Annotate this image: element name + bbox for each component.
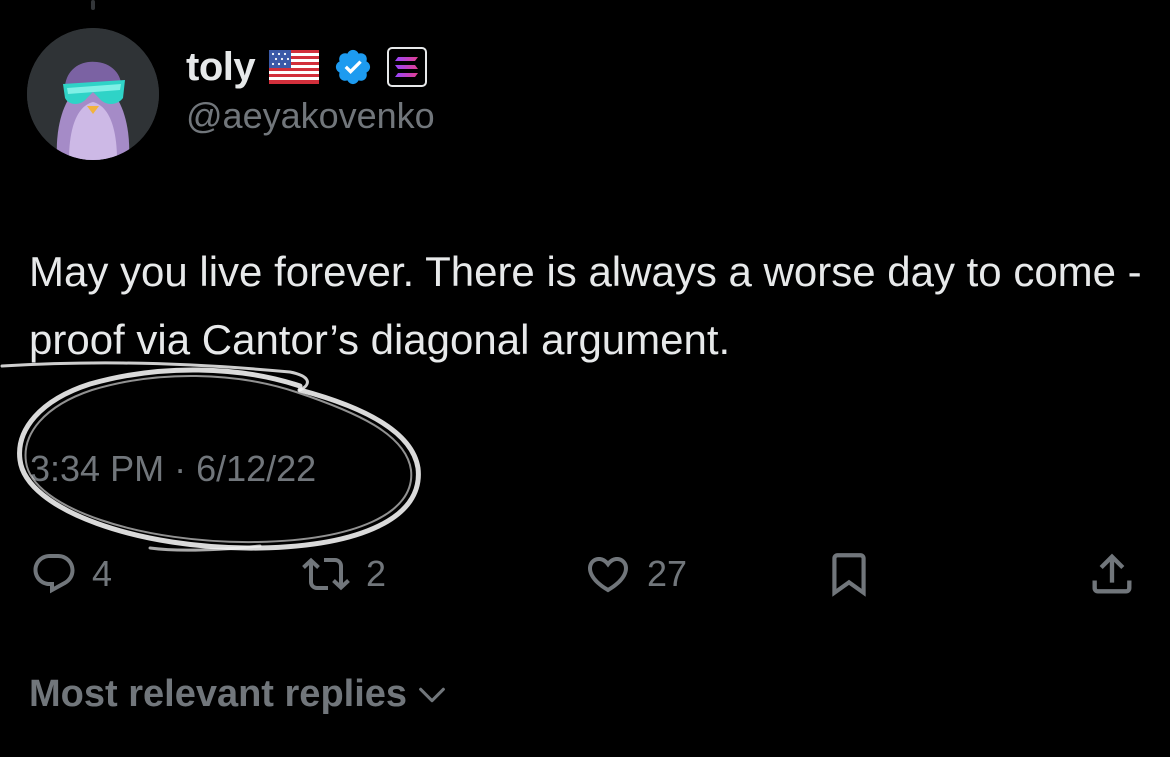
penguin-avatar-icon xyxy=(27,28,159,160)
verified-check-icon[interactable] xyxy=(333,47,373,87)
replies-sort-dropdown[interactable]: Most relevant replies xyxy=(29,673,449,716)
tweet-date: 6/12/22 xyxy=(196,448,317,489)
retweet-button[interactable]: 2 xyxy=(300,548,386,600)
replies-sort-label: Most relevant replies xyxy=(29,673,408,715)
tweet-timestamp[interactable]: 3:34 PM · 6/12/22 xyxy=(30,448,316,490)
reply-button[interactable]: 4 xyxy=(30,548,112,600)
reply-icon xyxy=(33,554,75,594)
like-button[interactable]: 27 xyxy=(583,548,687,600)
author-display-name[interactable]: toly xyxy=(186,45,256,90)
bookmark-button[interactable] xyxy=(824,548,874,600)
solana-logo-icon[interactable] xyxy=(387,47,428,87)
chevron-down-icon xyxy=(419,687,445,702)
timestamp-separator: · xyxy=(174,448,187,489)
author-name-row: toly xyxy=(186,40,428,94)
heart-icon xyxy=(587,557,629,593)
retweet-icon xyxy=(302,557,350,591)
like-count: 27 xyxy=(647,553,688,594)
tweet-time: 3:34 PM xyxy=(30,448,165,489)
bookmark-icon xyxy=(832,553,866,597)
thread-connector-line xyxy=(91,0,95,10)
tweet-text: May you live forever. There is always a … xyxy=(29,248,1142,363)
retweet-count: 2 xyxy=(366,553,387,594)
share-button[interactable] xyxy=(1086,548,1138,600)
share-icon xyxy=(1092,553,1132,594)
author-handle[interactable]: @aeyakovenko xyxy=(186,95,435,137)
avatar[interactable] xyxy=(27,28,159,160)
reply-count: 4 xyxy=(92,553,113,594)
us-flag-icon xyxy=(269,50,320,84)
